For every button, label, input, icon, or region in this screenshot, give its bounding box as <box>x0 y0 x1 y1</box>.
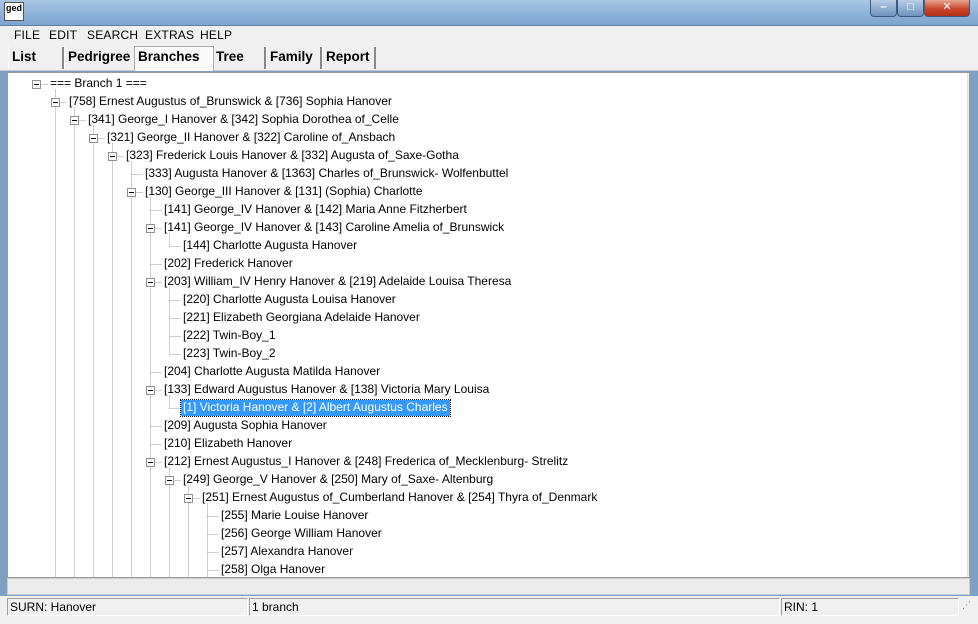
tree-node[interactable]: [130] George_III Hanover & [131] (Sophia… <box>143 184 425 200</box>
collapse-toggle-icon[interactable] <box>51 98 60 107</box>
tab-bar: List Pedrigree Branches Tree Family Repo… <box>0 45 978 71</box>
tree-node[interactable]: [758] Ernest Augustus of_Brunswick & [73… <box>67 94 394 110</box>
vertical-scrollbar[interactable]: ▲ ▼ <box>967 73 970 577</box>
tab-tree[interactable]: Tree <box>212 47 266 69</box>
tree-node[interactable]: [249] George_V Hanover & [250] Mary of_S… <box>181 472 495 488</box>
tab-branches[interactable]: Branches <box>134 46 214 71</box>
collapse-toggle-icon[interactable] <box>165 476 174 485</box>
tree-node[interactable]: [251] Ernest Augustus of_Cumberland Hano… <box>200 490 599 506</box>
menu-bar: FILE EDIT SEARCH EXTRAS HELP <box>0 26 978 45</box>
tree-node[interactable]: [222] Twin-Boy_1 <box>181 328 278 344</box>
tree-node[interactable]: [210] Elizabeth Hanover <box>162 436 294 452</box>
tree-node[interactable]: [255] Marie Louise Hanover <box>219 508 370 524</box>
menu-extras[interactable]: EXTRAS <box>145 28 194 42</box>
collapse-toggle-icon[interactable] <box>108 152 117 161</box>
menu-search[interactable]: SEARCH <box>87 28 138 42</box>
tab-report[interactable]: Report <box>322 47 376 69</box>
tree-node[interactable]: [341] George_I Hanover & [342] Sophia Do… <box>86 112 401 128</box>
status-surname: SURN: Hanover <box>7 598 248 616</box>
tab-pedrigree[interactable]: Pedrigree <box>64 47 136 69</box>
tree-node[interactable]: [323] Frederick Louis Hanover & [332] Au… <box>124 148 461 164</box>
tree-node[interactable]: [141] George_IV Hanover & [143] Caroline… <box>162 220 506 236</box>
tree-node[interactable]: [202] Frederick Hanover <box>162 256 295 272</box>
collapse-toggle-icon[interactable] <box>146 224 155 233</box>
collapse-toggle-icon[interactable] <box>70 116 79 125</box>
collapse-toggle-icon[interactable] <box>184 494 193 503</box>
title-bar: ged – □ ✕ <box>0 0 978 26</box>
collapse-toggle-icon[interactable] <box>127 188 136 197</box>
collapse-toggle-icon[interactable] <box>146 278 155 287</box>
tree-node[interactable]: [203] William_IV Henry Hanover & [219] A… <box>162 274 513 290</box>
tree-node[interactable]: [256] George William Hanover <box>219 526 384 542</box>
tree-node[interactable]: [333] Augusta Hanover & [1363] Charles o… <box>143 166 510 182</box>
tree-node[interactable]: === Branch 1 === <box>48 76 149 92</box>
menu-file[interactable]: FILE <box>14 28 40 42</box>
tree-node[interactable]: [257] Alexandra Hanover <box>219 544 355 560</box>
collapse-toggle-icon[interactable] <box>89 134 98 143</box>
close-button[interactable]: ✕ <box>924 0 970 17</box>
tree-node[interactable]: [321] George_II Hanover & [322] Caroline… <box>105 130 397 146</box>
status-bar: SURN: Hanover 1 branch RIN: 1 ⋰ <box>0 596 978 624</box>
minimize-icon: – <box>880 1 887 13</box>
collapse-toggle-icon[interactable] <box>146 386 155 395</box>
menu-help[interactable]: HELP <box>200 28 232 42</box>
vertical-scroll-thumb[interactable] <box>969 97 970 233</box>
tab-list[interactable]: List <box>8 47 64 69</box>
app-icon-text: ged <box>5 3 22 13</box>
tree-node[interactable]: [220] Charlotte Augusta Louisa Hanover <box>181 292 398 308</box>
app-icon[interactable]: ged <box>4 2 24 21</box>
horizontal-scrollbar[interactable] <box>7 578 970 595</box>
tree-node[interactable]: [204] Charlotte Augusta Matilda Hanover <box>162 364 382 380</box>
tree-node[interactable]: [141] George_IV Hanover & [142] Maria An… <box>162 202 469 218</box>
tree-node[interactable]: [212] Ernest Augustus_I Hanover & [248] … <box>162 454 570 470</box>
tree-node[interactable]: [223] Twin-Boy_2 <box>181 346 278 362</box>
minimize-button[interactable]: – <box>870 0 897 17</box>
menu-edit[interactable]: EDIT <box>49 28 77 42</box>
status-branch-count: 1 branch <box>249 598 780 616</box>
collapse-toggle-icon[interactable] <box>32 80 41 89</box>
tree-node[interactable]: [144] Charlotte Augusta Hanover <box>181 238 359 254</box>
tab-family[interactable]: Family <box>266 47 322 69</box>
close-icon: ✕ <box>942 1 952 13</box>
tree-node[interactable]: [133] Edward Augustus Hanover & [138] Vi… <box>162 382 491 398</box>
status-rin: RIN: 1 <box>781 598 959 616</box>
branch-tree-view[interactable]: === Branch 1 === [758] Ernest Augustus of… <box>7 72 970 578</box>
maximize-icon: □ <box>907 1 914 13</box>
maximize-button[interactable]: □ <box>897 0 924 17</box>
tree-node[interactable]: [221] Elizabeth Georgiana Adelaide Hanov… <box>181 310 422 326</box>
tree-node-selected[interactable]: [1] Victoria Hanover & [2] Albert August… <box>180 399 451 417</box>
resize-grip-icon[interactable]: ⋰ <box>962 600 974 614</box>
tree-node[interactable]: [209] Augusta Sophia Hanover <box>162 418 329 434</box>
collapse-toggle-icon[interactable] <box>146 458 155 467</box>
tree-node[interactable]: [258] Olga Hanover <box>219 562 327 577</box>
